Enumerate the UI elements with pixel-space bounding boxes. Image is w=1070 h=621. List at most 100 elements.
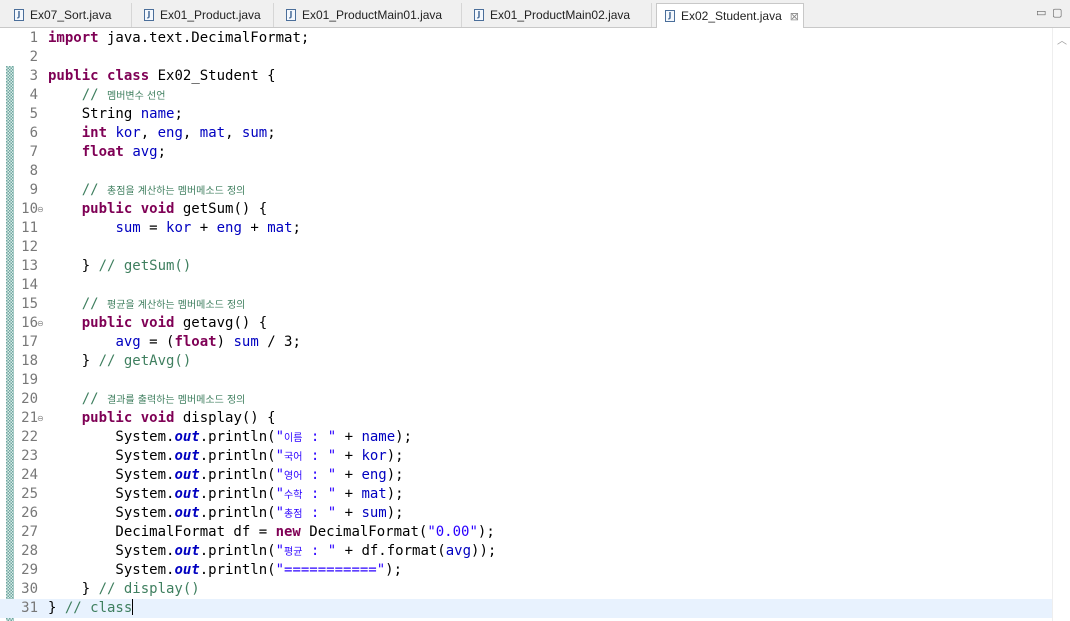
code-line[interactable]: 5 String name; [0,105,1052,124]
maximize-icon[interactable]: ▢ [1052,6,1062,19]
code-token: " [275,467,285,483]
code-line[interactable]: 16 ⊖ public void getavg() { [0,314,1052,333]
code-token: out [174,448,200,464]
vertical-scrollbar[interactable] [1052,28,1070,621]
code-line[interactable]: 29 System.out.println("==========="); [0,561,1052,580]
code-token: + [336,467,362,483]
code-line[interactable]: 13 } // getSum() [0,257,1052,276]
code-token: 국어 [284,452,303,463]
code-token: sum [361,505,387,521]
code-token: : " [302,429,337,445]
code-line[interactable]: 14 [0,276,1052,295]
code-token: " [275,448,285,464]
code-token: import [48,30,99,46]
code-line[interactable]: 9 // 총점을 계산하는 멤버메소드 정의 [0,181,1052,200]
code-token: sum [241,125,268,141]
code-line[interactable]: 12 [0,238,1052,257]
line-number: 30 [21,581,38,597]
code-text: sum = kor + eng + mat; [48,219,301,238]
code-token: void [140,410,175,426]
code-line[interactable]: 8 [0,162,1052,181]
line-number: 5 [29,106,38,122]
code-line[interactable]: 25 System.out.println("수학 : " + mat); [0,485,1052,504]
code-token: avg [115,334,141,350]
code-line[interactable]: 1 import java.text.DecimalFormat; [0,29,1052,48]
close-tab-icon[interactable]: ⊠ [790,10,799,23]
code-token: kor [166,220,192,236]
tab-ex01-productmain01-java[interactable]: J Ex01_ProductMain01.java [278,3,462,27]
code-line[interactable]: 11 sum = kor + eng + mat; [0,219,1052,238]
tab-ex01-product-java[interactable]: J Ex01_Product.java [136,3,274,27]
code-line[interactable]: 7 float avg; [0,143,1052,162]
line-number: 2 [29,49,38,65]
code-line[interactable]: 2 [0,48,1052,67]
code-line[interactable]: 6 int kor, eng, mat, sum; [0,124,1052,143]
code-token: class [107,68,150,84]
code-token: .println( [199,562,276,578]
code-token: // [81,87,108,103]
code-token: + [336,429,362,445]
line-number: 3 [29,68,38,84]
fold-minus-icon[interactable]: ⊖ [37,206,44,214]
code-token: "===========" [275,562,386,578]
code-token: } [48,600,65,616]
code-token: + [241,220,268,236]
code-token: System. [48,505,175,521]
tab-ex02-student-java[interactable]: J Ex02_Student.java ⊠ [656,3,804,28]
code-line[interactable]: 31} // class [0,599,1052,618]
tab-ex01-productmain02-java[interactable]: J Ex01_ProductMain02.java [466,3,652,27]
code-token: / 3; [258,334,301,350]
code-line[interactable]: 30 } // display() [0,580,1052,599]
line-number: 7 [29,144,38,160]
code-line[interactable]: 28 System.out.println("평균 : " + df.forma… [0,542,1052,561]
code-line[interactable]: 18 } // getAvg() [0,352,1052,371]
code-text: System.out.println("총점 : " + sum); [48,504,403,524]
code-token: : " [302,467,337,483]
code-token: out [174,505,200,521]
code-token: } [48,581,99,597]
code-line[interactable]: 10 ⊖ public void getSum() { [0,200,1052,219]
minimize-icon[interactable]: ▭ [1036,6,1046,19]
line-number: 28 [21,543,38,559]
code-token: + df.format( [336,543,446,559]
tab-ex07-sort-java[interactable]: J Ex07_Sort.java [6,3,132,27]
code-line[interactable]: 19 [0,371,1052,390]
code-text: String name; [48,105,183,124]
line-number: 26 [21,505,38,521]
code-token: eng [216,220,242,236]
code-token: )); [471,543,497,559]
code-line[interactable]: 23 System.out.println("국어 : " + kor); [0,447,1052,466]
code-token: + [336,448,362,464]
code-token: .println( [199,429,276,445]
line-number: 14 [21,277,38,293]
code-token: mat [199,125,226,141]
code-token: ; [157,144,167,160]
code-line[interactable]: 26 System.out.println("총점 : " + sum); [0,504,1052,523]
code-line[interactable]: 27 DecimalFormat df = new DecimalFormat(… [0,523,1052,542]
code-line[interactable]: 20 // 결과를 출력하는 멤버메소드 정의 [0,390,1052,409]
code-line[interactable]: 15 // 평균을 계산하는 멤버메소드 정의 [0,295,1052,314]
fold-minus-icon[interactable]: ⊖ [37,415,44,423]
code-line[interactable]: 21 ⊖ public void display() { [0,409,1052,428]
code-line[interactable]: 24 System.out.println("영어 : " + eng); [0,466,1052,485]
fold-minus-icon[interactable]: ⊖ [37,320,44,328]
line-number: 19 [21,372,38,388]
tab-label: Ex02_Student.java [681,9,782,23]
code-line[interactable]: 22 System.out.println("이름 : " + name); [0,428,1052,447]
scroll-up-arrow-icon[interactable]: ︿ [1057,32,1067,47]
code-line[interactable]: 17 avg = (float) sum / 3; [0,333,1052,352]
code-token: 평균을 계산하는 멤버메소드 정의 [107,300,246,311]
line-number: 12 [21,239,38,255]
code-line[interactable]: 3 public class Ex02_Student { [0,67,1052,86]
code-token: sum [233,334,259,350]
code-text: // 멤버변수 선언 [48,86,166,106]
code-text: } // display() [48,580,200,599]
code-token: , [225,125,242,141]
code-line[interactable]: 4 // 멤버변수 선언 [0,86,1052,105]
code-token: ); [386,448,404,464]
code-editor[interactable]: ︿ 1 import java.text.DecimalFormat; 2 3 publ… [0,28,1070,621]
